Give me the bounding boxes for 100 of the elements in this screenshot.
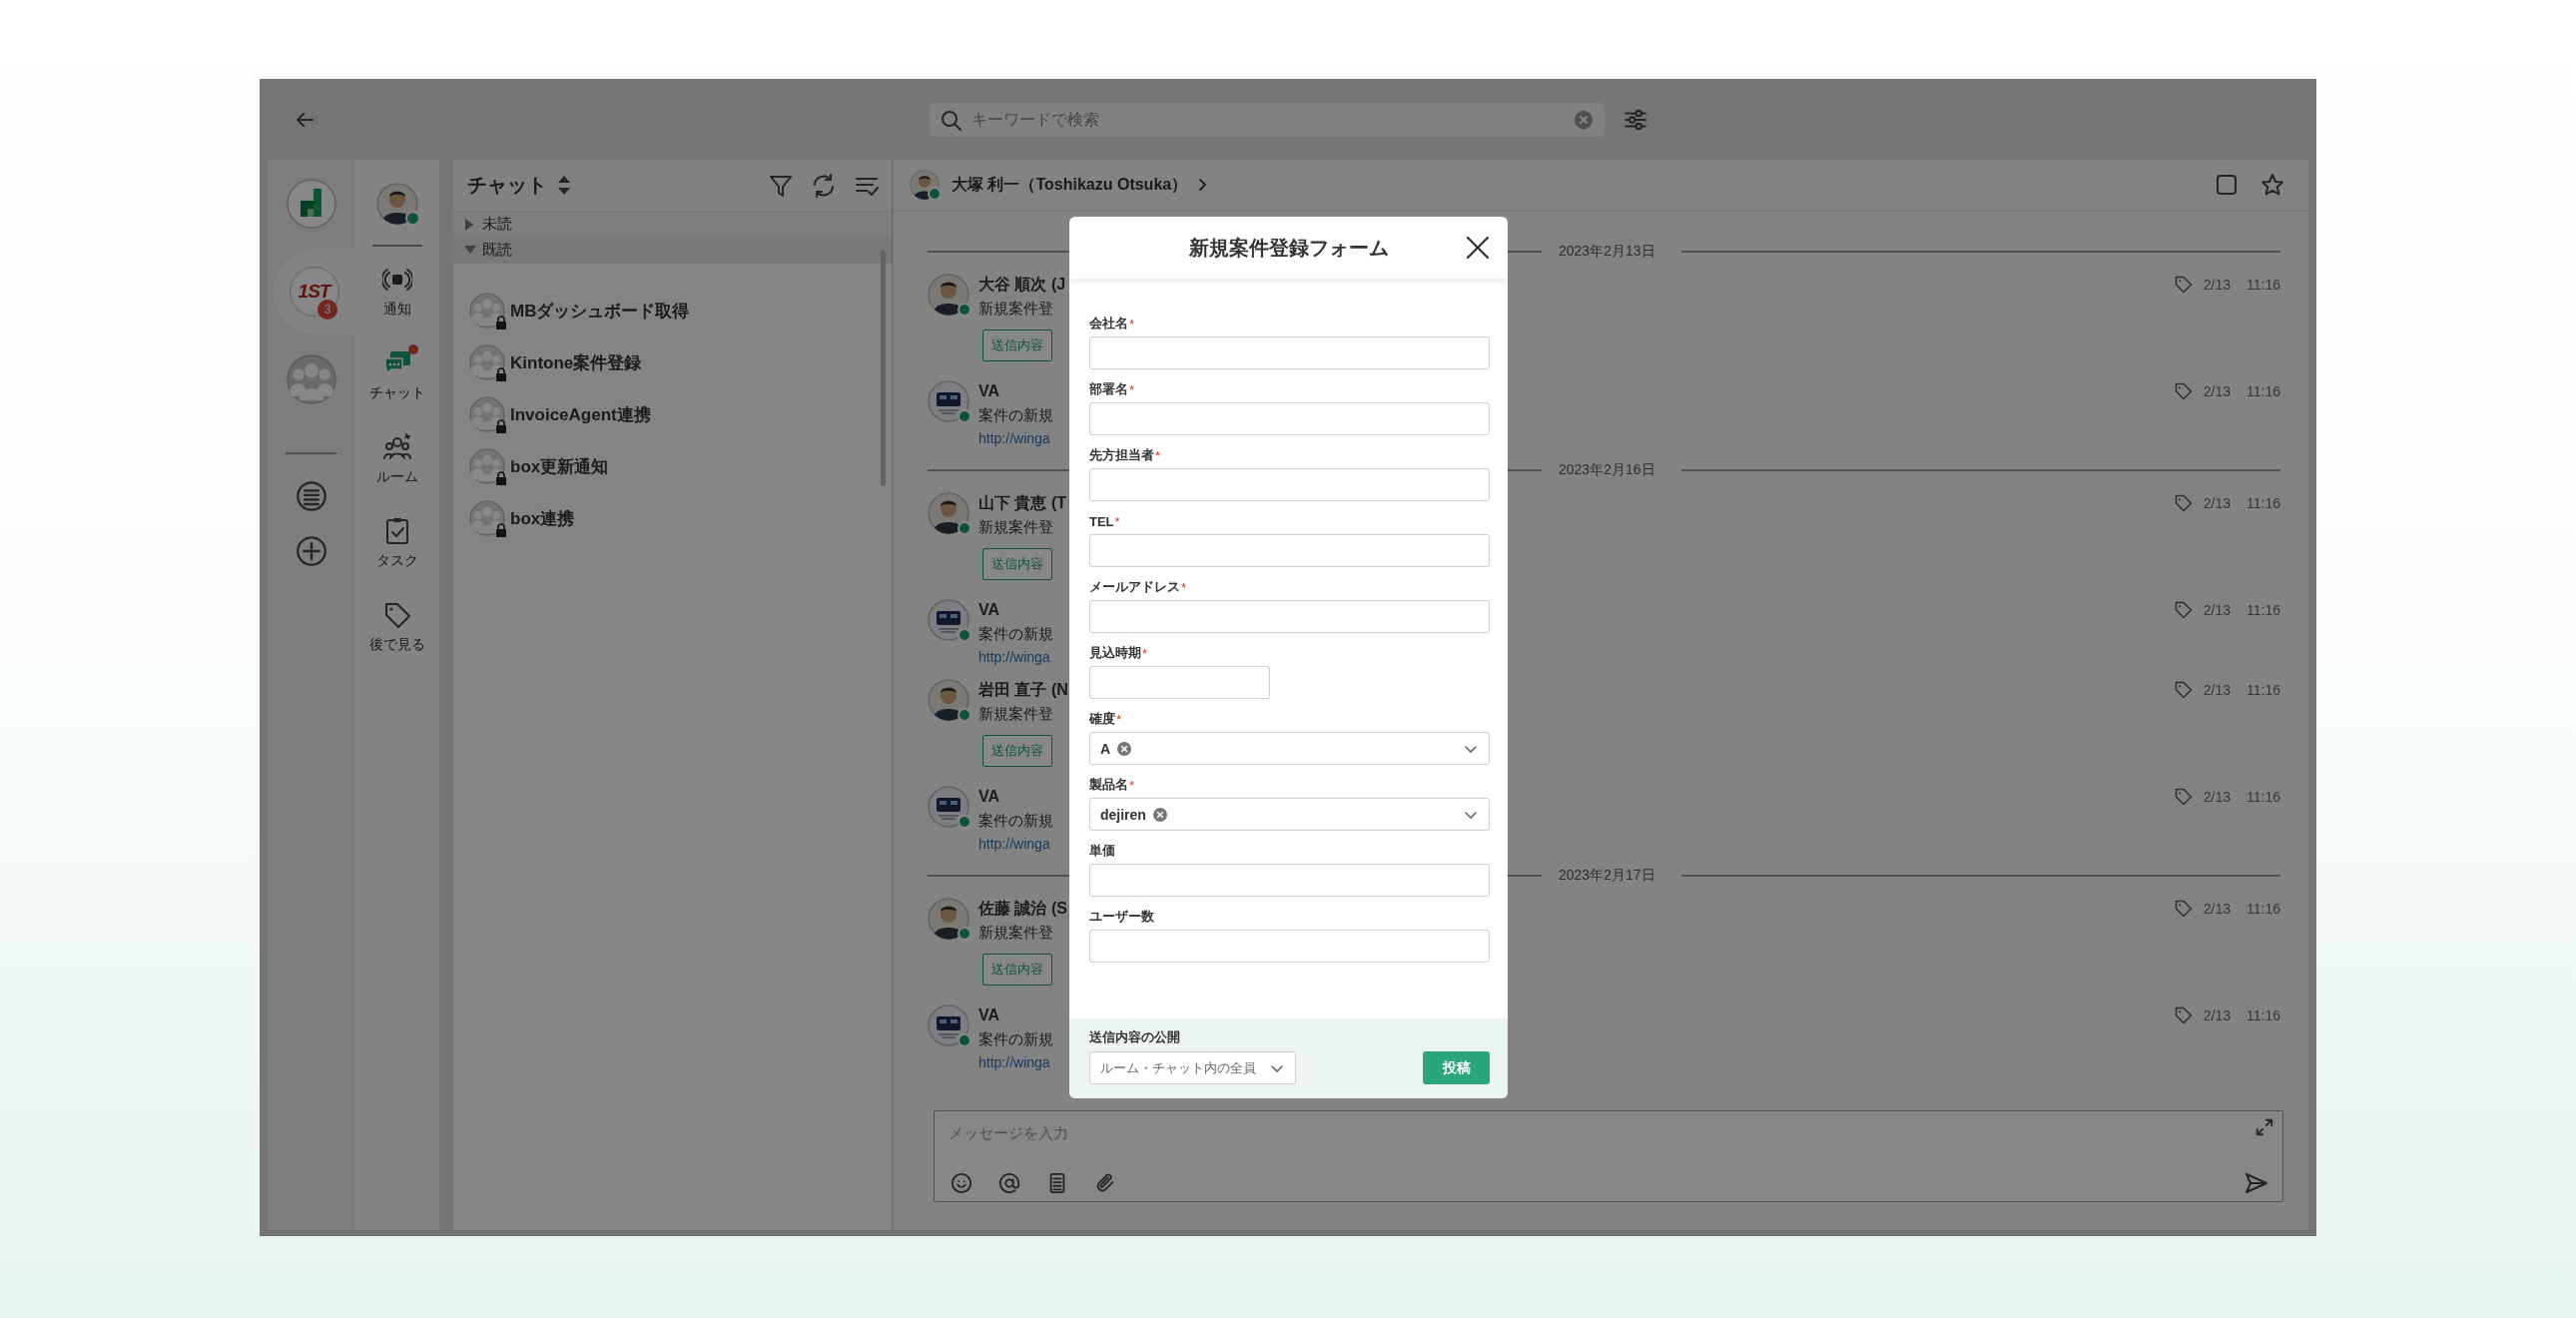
tag-icon[interactable] — [2173, 680, 2194, 700]
message-date: 2/13 — [2203, 901, 2231, 917]
nav-label: 後で見る — [368, 636, 425, 654]
message-date: 2/13 — [2203, 1007, 2231, 1023]
tag-icon[interactable] — [2173, 899, 2194, 919]
chat-list-item[interactable]: MBダッシュボード取得 — [453, 285, 892, 336]
author-name: 佐藤 誠治 (S — [978, 899, 1067, 919]
search-icon — [940, 108, 962, 131]
user-avatar[interactable] — [928, 679, 969, 721]
details-button[interactable]: 送信内容 — [982, 330, 1052, 361]
tag-icon[interactable] — [2173, 787, 2194, 807]
tag-icon[interactable] — [2173, 275, 2194, 295]
message-date: 2/13 — [2203, 682, 2231, 698]
remove-icon[interactable] — [1116, 740, 1133, 757]
input-field[interactable] — [1089, 468, 1490, 501]
message-time: 11:16 — [2247, 277, 2280, 293]
details-button[interactable]: 送信内容 — [982, 954, 1052, 986]
message-date: 2/13 — [2203, 602, 2231, 618]
message-date: 2/13 — [2203, 495, 2231, 511]
add-icon[interactable] — [295, 535, 327, 567]
emoji-icon[interactable] — [951, 1172, 972, 1194]
required-mark: * — [1114, 513, 1120, 529]
input-field[interactable] — [1089, 534, 1490, 567]
list-icon[interactable] — [295, 480, 327, 512]
group-avatar — [469, 448, 505, 484]
mention-icon[interactable] — [998, 1172, 1020, 1194]
bot-avatar[interactable] — [928, 1004, 969, 1046]
chat-list-item[interactable]: box連携 — [453, 492, 892, 544]
close-icon[interactable] — [1464, 234, 1492, 262]
remove-icon[interactable] — [1151, 806, 1168, 823]
message-text: 案件の新規 — [978, 1029, 1053, 1049]
tag-icon[interactable] — [2173, 600, 2194, 620]
selected-chip[interactable]: dejiren — [1100, 806, 1168, 823]
section-label: 未読 — [482, 215, 512, 234]
input-field[interactable] — [1089, 600, 1490, 633]
refresh-icon[interactable] — [811, 172, 837, 199]
details-button[interactable]: 送信内容 — [982, 548, 1052, 580]
square-icon[interactable] — [2215, 173, 2239, 197]
nav-item[interactable]: ルーム — [375, 426, 418, 510]
section-header[interactable]: 既読 — [453, 238, 892, 264]
field-label: 製品名 — [1089, 776, 1128, 794]
required-mark: * — [1181, 579, 1187, 595]
tag-icon[interactable] — [2173, 381, 2194, 401]
message-text: 案件の新規 — [978, 624, 1053, 644]
message-link[interactable]: http://winga — [978, 427, 1050, 449]
details-button[interactable]: 送信内容 — [982, 735, 1052, 767]
message-text: 案件の新規 — [978, 811, 1053, 831]
chat-list-item[interactable]: box更新通知 — [453, 440, 892, 492]
input-field[interactable] — [1089, 864, 1490, 897]
group-avatar — [469, 293, 505, 329]
bot-avatar[interactable] — [928, 786, 969, 828]
author-name: VA — [978, 600, 1000, 620]
star-icon[interactable] — [2260, 173, 2284, 197]
tag-icon[interactable] — [2173, 1005, 2194, 1025]
nav-item[interactable]: タスク — [375, 510, 418, 594]
message-link[interactable]: http://winga — [978, 833, 1050, 855]
dialog-title: 新規案件登録フォーム — [1188, 235, 1389, 261]
clear-icon[interactable] — [1573, 108, 1595, 131]
select-field[interactable]: dejiren — [1089, 798, 1490, 831]
user-avatar[interactable] — [928, 492, 969, 534]
visibility-dropdown[interactable]: ルーム・チャット内の全員 — [1089, 1051, 1296, 1084]
field-label: メールアドレス — [1089, 578, 1180, 596]
date-field[interactable] — [1089, 666, 1270, 699]
message-time: 11:16 — [2247, 789, 2280, 805]
input-field[interactable] — [1089, 336, 1490, 369]
field-label: 部署名 — [1089, 380, 1128, 398]
chat-name: box連携 — [510, 507, 575, 530]
required-mark: * — [1155, 447, 1161, 463]
workspace-item[interactable]: 1ST 3 — [274, 248, 354, 335]
user-avatar[interactable] — [375, 183, 418, 225]
expand-icon[interactable] — [2254, 1117, 2274, 1137]
section-header[interactable]: 未読 — [453, 212, 892, 238]
user-avatar[interactable] — [928, 274, 969, 316]
select-field[interactable]: A — [1089, 732, 1490, 765]
selected-chip[interactable]: A — [1100, 740, 1133, 757]
input-field[interactable] — [1089, 402, 1490, 435]
send-icon[interactable] — [2245, 1171, 2268, 1195]
author-name: 岩田 直子 (N — [978, 680, 1068, 700]
attachment-icon[interactable] — [1094, 1172, 1116, 1194]
message-date: 2/13 — [2203, 789, 2231, 805]
conversation-title[interactable]: 大塚 利一（Toshikazu Otsuka） — [952, 174, 1188, 196]
chat-list-item[interactable]: InvoiceAgent連携 — [453, 388, 892, 440]
panel-title: チャット — [467, 173, 547, 198]
bot-avatar[interactable] — [928, 380, 969, 422]
chat-list-item[interactable]: Kintone案件登録 — [453, 336, 892, 388]
message-link[interactable]: http://winga — [978, 1051, 1050, 1073]
field-label: 見込時期 — [1089, 644, 1141, 662]
bot-avatar[interactable] — [928, 599, 969, 641]
scrollbar[interactable] — [881, 250, 886, 486]
input-field[interactable] — [1089, 930, 1490, 963]
group-icon — [286, 354, 336, 404]
message-link[interactable]: http://winga — [978, 646, 1050, 668]
nav-item[interactable]: 通知 — [381, 259, 412, 342]
nav-label: タスク — [375, 552, 418, 570]
nav-item[interactable]: 後で見る — [368, 594, 425, 678]
submit-button[interactable]: 投稿 — [1423, 1051, 1490, 1084]
nav-item[interactable]: チャット — [368, 342, 425, 426]
sort-icon[interactable] — [556, 174, 572, 197]
user-avatar[interactable] — [928, 898, 969, 940]
tag-icon[interactable] — [2173, 493, 2194, 513]
